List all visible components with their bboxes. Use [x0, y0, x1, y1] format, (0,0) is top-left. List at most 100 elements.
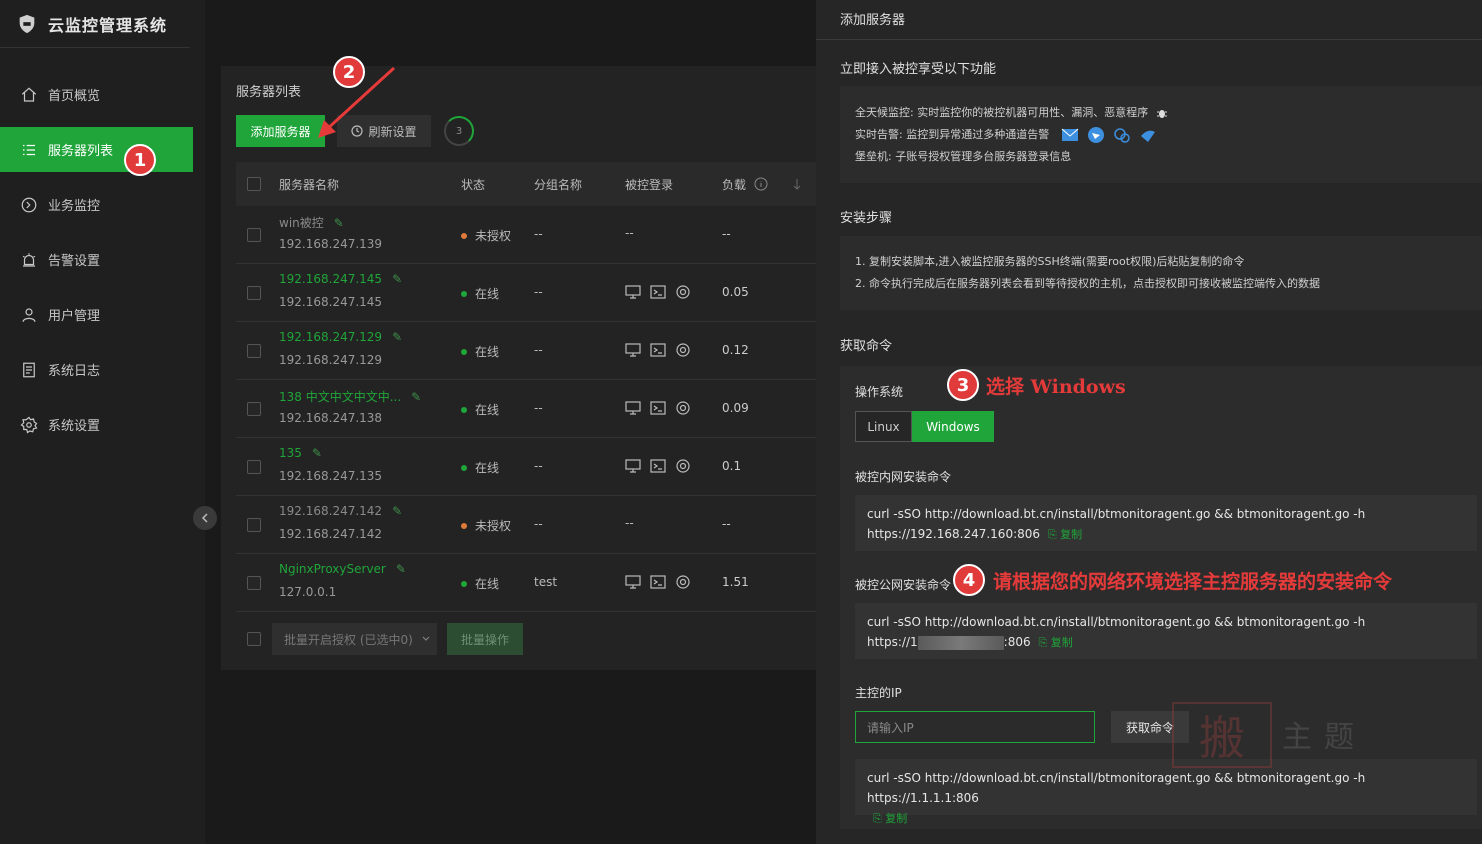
server-name[interactable]: NginxProxyServer ✎ — [279, 562, 406, 576]
os-option-linux[interactable]: Linux — [855, 411, 912, 442]
status-text: 未授权 — [475, 229, 512, 243]
desktop-icon[interactable] — [625, 458, 641, 474]
edit-icon[interactable]: ✎ — [392, 504, 402, 518]
feature-text: 全天候监控: 实时监控你的被控机器可用性、漏洞、恶意程序 — [855, 106, 1149, 119]
sidebar-item-business[interactable]: 业务监控 — [0, 182, 193, 227]
server-name[interactable]: 192.168.247.142 ✎ — [279, 504, 402, 518]
row-checkbox[interactable] — [247, 286, 261, 300]
sidebar-item-logs[interactable]: 系统日志 — [0, 347, 193, 392]
edit-icon[interactable]: ✎ — [411, 390, 421, 404]
sidebar-item-label: 业务监控 — [48, 199, 101, 214]
row-checkbox[interactable] — [247, 402, 261, 416]
features-panel: 全天候监控: 实时监控你的被控机器可用性、漏洞、恶意程序 实时告警: 监控到异常… — [840, 86, 1482, 183]
col-name: 服务器名称 — [279, 177, 340, 192]
row-checkbox[interactable] — [247, 460, 261, 474]
select-all-checkbox[interactable] — [247, 177, 261, 191]
row-checkbox[interactable] — [247, 228, 261, 242]
redacted-ip — [917, 635, 1004, 650]
sidebar-item-users[interactable]: 用户管理 — [0, 292, 193, 337]
server-group: -- — [534, 517, 543, 531]
server-name-text: 138 中文中文中文中... — [279, 390, 402, 404]
gear-icon[interactable] — [675, 400, 691, 416]
edit-icon[interactable]: ✎ — [334, 216, 344, 230]
user-icon — [22, 307, 36, 322]
annotation-badge-3: 3 — [947, 369, 979, 401]
monitor-icon — [21, 197, 37, 212]
public-cmd-prefix: https://1 — [867, 635, 918, 649]
result-cmd: curl -sSO http://download.bt.cn/install/… — [867, 771, 1366, 805]
result-command-box: curl -sSO http://download.bt.cn/install/… — [855, 759, 1477, 825]
copy-label: 复制 — [1050, 636, 1073, 649]
sidebar-item-label: 系统设置 — [48, 419, 101, 434]
watermark-seal: 搬 — [1172, 702, 1272, 768]
server-status: 在线 — [461, 575, 499, 592]
os-option-windows[interactable]: Windows — [912, 411, 994, 442]
desktop-icon[interactable] — [625, 574, 641, 590]
server-name-text: 192.168.247.142 — [279, 504, 383, 518]
steps-title: 安装步骤 — [840, 211, 893, 226]
col-load[interactable]: 负载 — [722, 176, 746, 193]
annotation-arrow-icon — [318, 66, 396, 138]
terminal-icon[interactable] — [650, 458, 666, 474]
edit-icon[interactable]: ✎ — [396, 562, 406, 576]
annotation-badge-4: 4 — [953, 564, 985, 596]
server-group: -- — [534, 343, 543, 357]
batch-auth-label: 批量开启授权 (已选中0) — [284, 632, 413, 647]
status-text: 在线 — [475, 577, 500, 591]
terminal-icon[interactable] — [650, 400, 666, 416]
edit-icon[interactable]: ✎ — [312, 446, 322, 460]
terminal-icon[interactable] — [650, 284, 666, 300]
terminal-icon[interactable] — [650, 574, 666, 590]
server-load: -- — [722, 227, 731, 241]
sidebar-item-label: 服务器列表 — [48, 144, 114, 159]
footer-select-checkbox[interactable] — [247, 632, 261, 646]
table-row: win被控 ✎ 192.168.247.139 未授权 -- -- -- — [236, 206, 816, 264]
row-checkbox[interactable] — [247, 518, 261, 532]
sidebar-item-home[interactable]: 首页概览 — [0, 72, 193, 117]
log-icon — [23, 362, 35, 377]
server-name[interactable]: win被控 ✎ — [279, 214, 344, 231]
table-row: 192.168.247.145 ✎ 192.168.247.145 在线 -- 0… — [236, 264, 816, 322]
info-icon[interactable] — [754, 177, 768, 191]
table-row: 192.168.247.142 ✎ 192.168.247.142 未授权 -- … — [236, 496, 816, 554]
col-status: 状态 — [461, 177, 486, 192]
terminal-icon[interactable] — [650, 342, 666, 358]
copy-result-button[interactable]: ⎘ 复制 — [873, 812, 907, 825]
server-name[interactable]: 135 ✎ — [279, 446, 322, 460]
server-name[interactable]: 138 中文中文中文中... ✎ — [279, 388, 421, 405]
server-group: -- — [534, 285, 543, 299]
email-icon — [1061, 126, 1079, 144]
sidebar-collapse-button[interactable] — [193, 506, 217, 530]
server-status: 在线 — [461, 401, 499, 418]
server-status: 在线 — [461, 459, 499, 476]
server-load: 0.1 — [722, 459, 742, 473]
edit-icon[interactable]: ✎ — [392, 330, 402, 344]
sidebar: 云监控管理系统 首页概览 服务器列表 业务监控 告警设置 用户管理 系统日志 系… — [0, 0, 205, 844]
gear-icon[interactable] — [675, 458, 691, 474]
desktop-icon[interactable] — [625, 284, 641, 300]
public-cmd-line2-wrap: https://1:806 ⎘ 复制 — [867, 632, 1465, 653]
gear-icon[interactable] — [675, 342, 691, 358]
gear-icon[interactable] — [675, 284, 691, 300]
batch-auth-select[interactable]: 批量开启授权 (已选中0) — [272, 623, 437, 655]
copy-public-button[interactable]: ⎘ 复制 — [1038, 636, 1072, 649]
sidebar-item-alarm[interactable]: 告警设置 — [0, 237, 193, 282]
server-status: 在线 — [461, 343, 499, 360]
row-checkbox[interactable] — [247, 344, 261, 358]
sort-down-icon[interactable] — [792, 177, 802, 191]
batch-action-button[interactable]: 批量操作 — [447, 623, 523, 655]
server-ip: 192.168.247.145 — [279, 295, 383, 309]
server-name[interactable]: 192.168.247.129 ✎ — [279, 330, 402, 344]
master-ip-input[interactable]: 请输入IP — [855, 711, 1095, 743]
desktop-icon[interactable] — [625, 342, 641, 358]
row-checkbox[interactable] — [247, 576, 261, 590]
server-status: 未授权 — [461, 227, 511, 244]
gear-icon[interactable] — [675, 574, 691, 590]
sidebar-item-settings[interactable]: 系统设置 — [0, 402, 193, 447]
edit-icon[interactable]: ✎ — [392, 272, 402, 286]
copy-intranet-button[interactable]: ⎘ 复制 — [1048, 528, 1082, 541]
sidebar-item-server-list[interactable]: 服务器列表 — [0, 127, 193, 172]
server-name[interactable]: 192.168.247.145 ✎ — [279, 272, 402, 286]
desktop-icon[interactable] — [625, 400, 641, 416]
control-icons — [625, 342, 691, 358]
